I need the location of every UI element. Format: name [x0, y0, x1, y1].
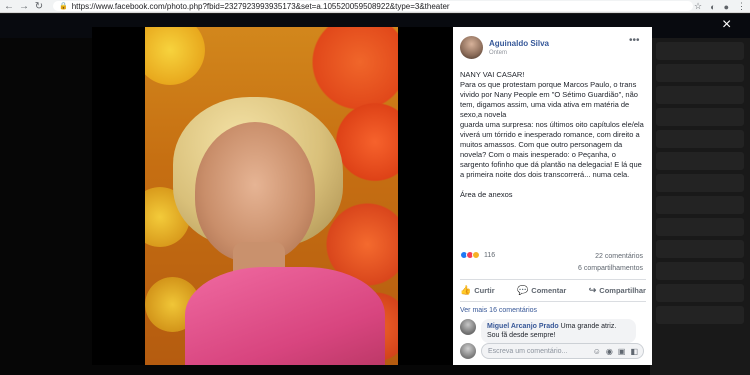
forward-button[interactable]: →: [18, 0, 30, 12]
more-options-icon[interactable]: •••: [629, 35, 640, 46]
comment-bubble: Miguel Arcanjo Prado Uma grande atriz. S…: [481, 319, 636, 343]
post-actions: 👍 Curtir 💬 Comentar ↪ Compartilhar: [460, 282, 646, 299]
photo-stage: [92, 27, 453, 365]
divider: [460, 279, 646, 280]
current-user-avatar: [460, 343, 476, 359]
emoji-icon[interactable]: ☺: [593, 347, 601, 356]
comment-composer: Escreva um comentário... ☺ ◉ ▣ ◧: [460, 343, 644, 359]
post-panel: Aguinaldo Silva Ontem ••• NANY VAI CASAR…: [453, 27, 652, 365]
author-name[interactable]: Aguinaldo Silva: [489, 39, 549, 48]
close-icon[interactable]: ×: [722, 17, 731, 33]
author-avatar[interactable]: [460, 36, 483, 59]
comment-input[interactable]: Escreva um comentário... ☺ ◉ ▣ ◧: [481, 343, 644, 359]
comment-item: Miguel Arcanjo Prado Uma grande atriz. S…: [460, 319, 636, 343]
like-label: Curtir: [474, 286, 495, 295]
wow-reaction-icon: [472, 251, 480, 259]
post-text-line: NANY VAI CASAR!: [460, 70, 525, 79]
bookmark-star-icon[interactable]: ☆: [694, 1, 702, 12]
browser-toolbar: ← → ↻ 🔒 https://www.facebook.com/photo.p…: [0, 0, 750, 13]
divider: [460, 301, 646, 302]
comments-count[interactable]: 22 comentários: [578, 251, 643, 263]
post-text-line: guarda uma surpresa: nos últimos oito ca…: [460, 120, 644, 179]
reactions-summary[interactable]: 116: [460, 251, 495, 259]
thumbs-up-icon: 👍: [460, 285, 472, 295]
url-path: /photo.php?fbid=2327923993935173&set=a.1…: [164, 1, 450, 11]
arrow-right-icon: →: [19, 0, 29, 12]
comment-input-placeholder: Escreva um comentário...: [488, 347, 568, 355]
share-button[interactable]: ↪ Compartilhar: [589, 282, 646, 299]
lock-icon: 🔒: [59, 3, 68, 10]
comment-button[interactable]: 💬 Comentar: [517, 282, 566, 299]
url-host: https://www.facebook.com: [71, 1, 165, 11]
camera-icon[interactable]: ◉: [606, 347, 613, 356]
comment-bubble-icon: 💬: [517, 285, 529, 295]
profile-icon[interactable]: ●: [724, 2, 729, 12]
commenter-avatar[interactable]: [460, 319, 476, 335]
post-header: Aguinaldo Silva Ontem: [460, 36, 549, 59]
comment-label: Comentar: [531, 286, 567, 295]
see-more-comments-link[interactable]: Ver mais 16 comentários: [460, 307, 537, 314]
post-photo[interactable]: [145, 27, 398, 365]
sticker-icon[interactable]: ◧: [630, 347, 638, 356]
background-feed: [650, 38, 750, 375]
post-timestamp[interactable]: Ontem: [489, 50, 549, 56]
gif-icon[interactable]: ▣: [618, 347, 626, 356]
post-text-line: Para os que protestam porque Marcos Paul…: [460, 80, 638, 119]
extension-icon[interactable]: ◐: [710, 2, 715, 12]
reactions-count: 116: [484, 251, 496, 259]
menu-kebab-icon[interactable]: ⋮: [737, 1, 746, 12]
shares-count[interactable]: 6 compartilhamentos: [578, 263, 643, 275]
attachments-area: Área de anexos: [460, 190, 513, 199]
back-button[interactable]: ←: [3, 0, 15, 12]
address-bar[interactable]: 🔒 https://www.facebook.com/photo.php?fbi…: [53, 1, 693, 11]
commenter-name[interactable]: Miguel Arcanjo Prado: [487, 323, 559, 330]
post-text: NANY VAI CASAR! Para os que protestam po…: [460, 70, 646, 200]
like-button[interactable]: 👍 Curtir: [460, 282, 495, 299]
share-label: Compartilhar: [599, 286, 646, 295]
browser-actions: ☆ ◐ ● ⋮: [694, 0, 746, 13]
reload-icon: ↻: [34, 0, 44, 12]
arrow-left-icon: ←: [4, 0, 14, 12]
share-arrow-icon: ↪: [588, 285, 597, 295]
engagement-counts: 22 comentários 6 compartilhamentos: [578, 251, 643, 275]
reload-button[interactable]: ↻: [33, 0, 45, 12]
